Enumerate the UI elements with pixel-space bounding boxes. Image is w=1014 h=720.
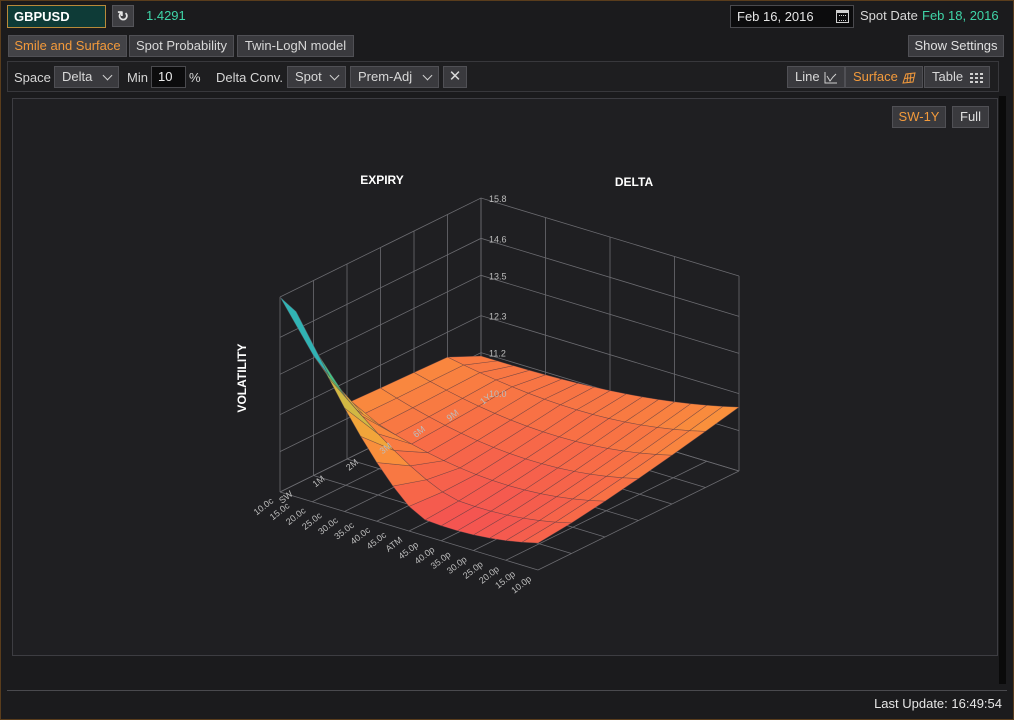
line-view-label: Line [795,69,820,84]
premium-dropdown[interactable]: Prem-Adj [350,66,439,88]
chevron-down-icon [422,70,433,81]
surface-patch [279,296,330,378]
wall-grid-line [279,274,740,375]
percent-label: % [189,70,201,85]
calendar-icon[interactable] [836,10,849,23]
spot-date-value: Feb 18, 2016 [922,8,999,23]
refresh-icon: ↻ [117,8,129,24]
close-icon: ✕ [448,68,462,85]
wall-grid-line [279,197,740,298]
scrollbar[interactable] [999,96,1006,684]
chevron-down-icon [102,70,113,81]
toolbar: Space Delta Min 10 % Delta Conv. Spot Pr… [7,61,999,92]
wall-grid-line [279,237,740,338]
delta-axis-title: DELTA [615,175,654,189]
show-settings-button[interactable]: Show Settings [908,35,1004,57]
sw-1y-button[interactable]: SW-1Y [892,106,946,128]
surface-view-button[interactable]: Surface [845,66,923,88]
volatility-tick-label: 15.8 [489,194,507,204]
spot-date-label: Spot Date [860,8,918,23]
delta-conv-value: Spot [295,69,322,84]
delta-conv-label: Delta Conv. [216,70,283,85]
clear-button[interactable]: ✕ [443,66,467,88]
space-label: Space [14,70,51,85]
volatility-tick-label: 10.0 [489,389,507,399]
tab-smile-surface[interactable]: Smile and Surface [8,35,127,57]
surface-view-label: Surface [853,69,898,84]
spot-rate: 1.4291 [146,8,186,23]
volatility-tick-label: 12.3 [489,312,507,322]
volatility-axis-title: VOLATILITY [235,343,249,412]
delta-conv-dropdown[interactable]: Spot [287,66,346,88]
table-view-label: Table [932,69,964,84]
volatility-surface-chart[interactable]: 10.0p15.0p20.0p25.0p30.0p35.0p40.0p45.0p… [13,99,893,655]
full-button[interactable]: Full [952,106,989,128]
ticker-input[interactable]: GBPUSD [7,5,106,28]
date-value: Feb 16, 2016 [737,9,814,24]
premium-value: Prem-Adj [358,69,413,84]
table-icon [970,73,983,83]
expiry-axis-title: EXPIRY [360,173,404,187]
line-chart-icon [824,72,837,84]
footer-divider [7,690,1007,691]
surface-chart-icon [902,72,916,84]
min-label: Min [127,70,148,85]
last-update: Last Update: 16:49:54 [874,696,1002,711]
chevron-down-icon [329,70,340,81]
volatility-tick-label: 13.5 [489,271,507,281]
space-dropdown[interactable]: Delta [54,66,119,88]
volatility-tick-label: 14.6 [489,234,507,244]
refresh-button[interactable]: ↻ [112,5,134,27]
space-value: Delta [62,69,93,84]
date-picker[interactable]: Feb 16, 2016 [730,5,854,28]
volatility-tick-label: 11.2 [489,349,506,359]
min-input[interactable]: 10 [151,66,186,88]
tab-twin-logn[interactable]: Twin-LogN model [237,35,354,57]
table-view-button[interactable]: Table [924,66,990,88]
line-view-button[interactable]: Line [787,66,845,88]
tab-spot-probability[interactable]: Spot Probability [129,35,234,57]
